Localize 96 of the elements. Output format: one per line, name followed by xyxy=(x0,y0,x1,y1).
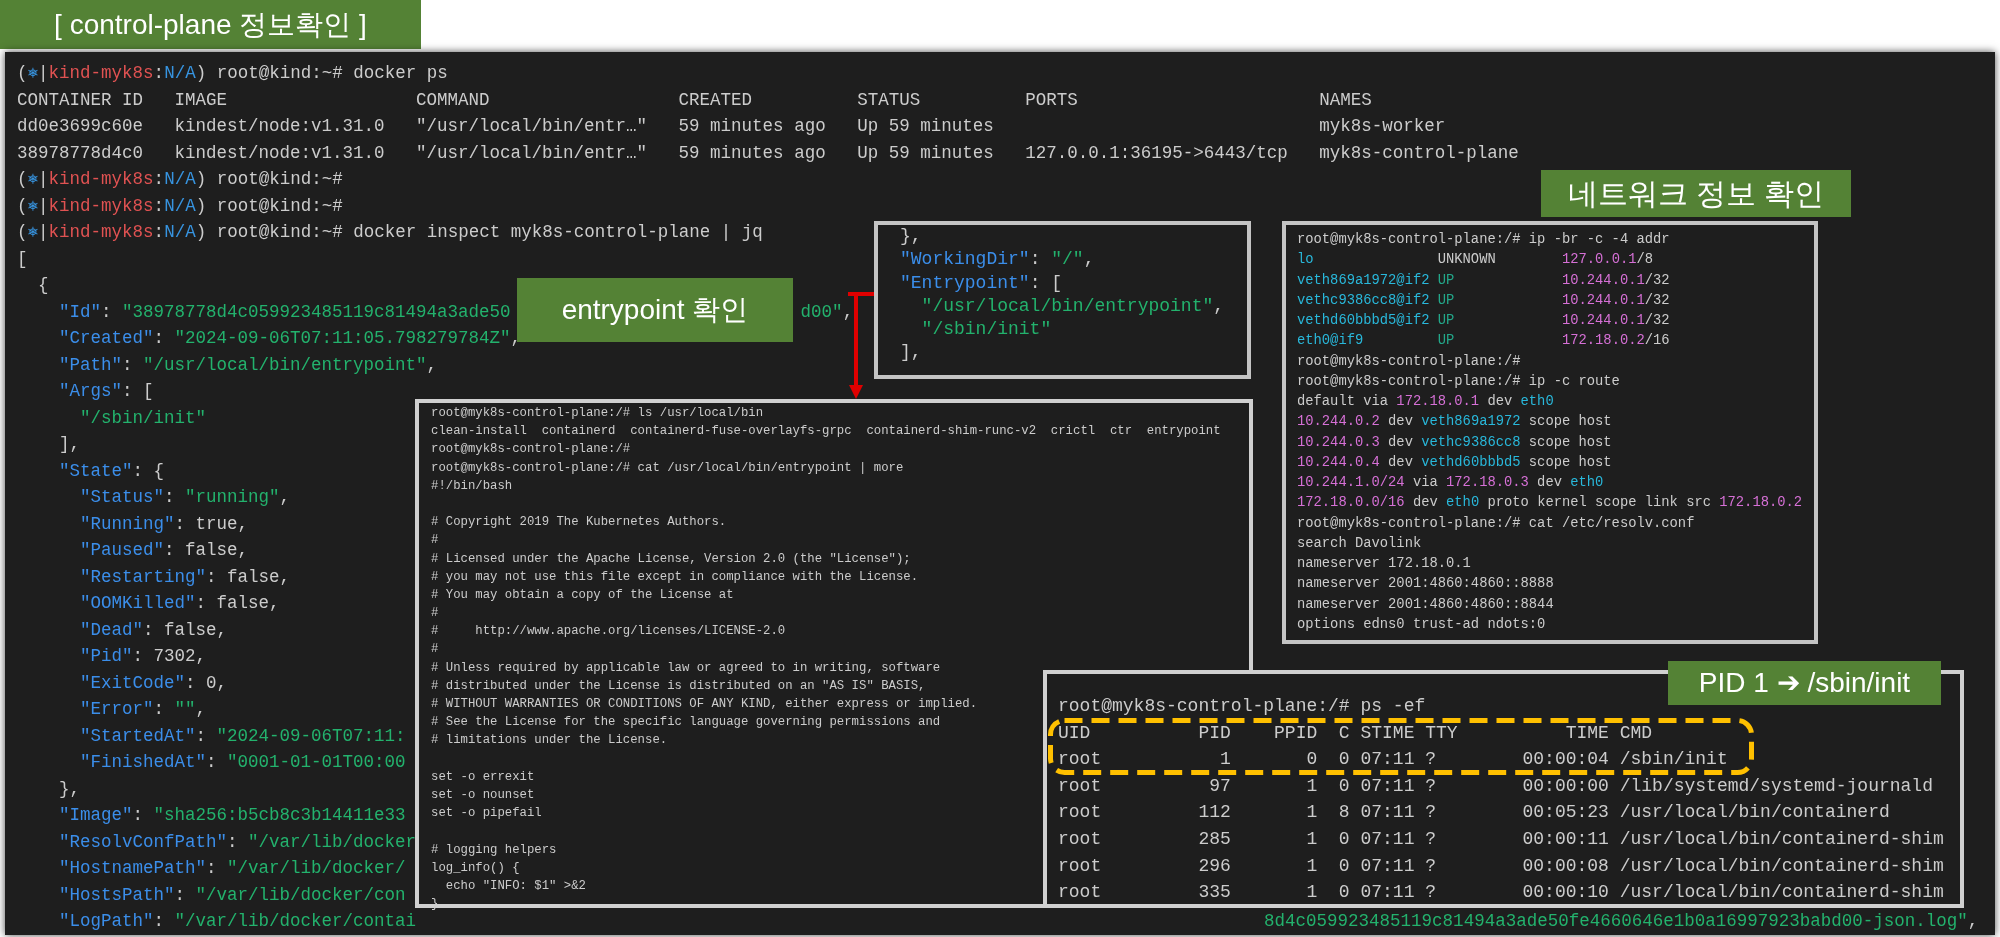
terminal-line: }, xyxy=(58,778,80,799)
terminal-line: "StartedAt": "2024-09-06T07:11: xyxy=(79,724,406,748)
terminal-line: }, xyxy=(900,226,922,246)
terminal-line: "Entrypoint": [ xyxy=(900,271,1063,295)
terminal-line: 10.244.0.3 dev vethc9386cc8 scope host xyxy=(1297,433,1612,452)
terminal-line: "ExitCode": 0, xyxy=(79,671,228,695)
terminal-line: echo "INFO: $1" >&2 xyxy=(444,878,586,893)
terminal-line: ], xyxy=(900,342,922,363)
terminal-line: (⎈|kind-myk8s:N/A) root@kind:~# xyxy=(17,168,343,191)
terminal-line: nameserver 2001:4860:4860::8844 xyxy=(1297,596,1554,612)
terminal-line: 8d4c059923485119c81494a3ade50fe4660646e1b0a16997923babd00-json.log", xyxy=(1264,910,1979,933)
terminal-line: root 335 1 0 07:11 ? 00:00:10 /usr/local/bin/containerd-shim xyxy=(1058,882,1944,903)
terminal-line: # logging helpers xyxy=(431,842,557,857)
terminal-line: (⎈|kind-myk8s:N/A) root@kind:~# xyxy=(17,194,343,218)
terminal-line: # xyxy=(431,642,439,657)
terminal-line: { xyxy=(37,275,49,295)
terminal-line: root@myk8s-control-plane:/# xyxy=(1297,353,1521,369)
terminal-line: (⎈|kind-myk8s:N/A) root@kind:~# docker ps xyxy=(17,62,448,85)
terminal-line: 172.18.0.0/16 dev eth0 proto kernel scope link src 172.18.0.2 xyxy=(1297,494,1803,513)
terminal-line: "HostnamePath": "/var/lib/docker/ xyxy=(58,857,406,880)
terminal-line: set -o errexit xyxy=(431,769,535,784)
terminal-line: default via 172.18.0.1 dev eth0 xyxy=(1297,393,1554,411)
terminal-line: 38978778d4c0 kindest/node:v1.31.0 "/usr/local/bin/entr…" 59 minutes ago Up 59 minutes 127.0.0.1:36195->6443/tcp myk8s-control-plane xyxy=(17,142,1519,163)
terminal-line: root 112 1 8 07:11 ? 00:05:23 /usr/local/bin/containerd xyxy=(1058,802,1890,823)
terminal-line: "HostsPath": "/var/lib/docker/con xyxy=(58,883,406,907)
terminal-line: # limitations under the License. xyxy=(431,733,668,748)
terminal-line: # Copyright 2019 The Kubernetes Authors. xyxy=(431,515,727,530)
terminal-line: root@myk8s-control-plane:/# cat /etc/resolv.conf xyxy=(1297,515,1695,531)
terminal-line: d00", xyxy=(800,300,854,324)
terminal-line: 10.244.1.0/24 via 172.18.0.3 dev eth0 xyxy=(1297,474,1604,492)
terminal-line: log_info() { xyxy=(431,860,520,875)
terminal-line: 10.244.0.2 dev veth869a1972 scope host xyxy=(1297,413,1612,432)
callout-label: PID 1 ➔ /sbin/init xyxy=(1668,661,1941,705)
terminal-line: root 296 1 0 07:11 ? 00:00:08 /usr/local/bin/containerd-shim xyxy=(1058,855,1944,876)
terminal-line: "State": { xyxy=(58,459,165,483)
terminal-line: #!/bin/bash xyxy=(431,478,513,493)
terminal-line: # Unless required by applicable law or agreed to in writing, software xyxy=(431,660,941,675)
terminal-line: "Args": [ xyxy=(58,380,154,403)
terminal-line: root@myk8s-control-plane:/# ps -ef xyxy=(1058,696,1426,716)
terminal-line: "Status": "running", xyxy=(79,486,291,509)
terminal-line: "Paused": false, xyxy=(79,539,249,562)
terminal-line: "Path": "/usr/local/bin/entrypoint", xyxy=(58,353,438,377)
terminal-line: root@myk8s-control-plane:/# xyxy=(431,442,631,457)
terminal-line: nameserver 2001:4860:4860::8888 xyxy=(1297,576,1554,592)
terminal-line: # xyxy=(431,533,439,548)
terminal-line: # See the License for the specific language governing permissions and xyxy=(431,715,941,730)
terminal-line: ], xyxy=(58,434,80,454)
terminal-line: "Image": "sha256:b5cb8c3b14411e33 xyxy=(58,804,406,827)
terminal-line: "WorkingDir": "/", xyxy=(900,248,1095,272)
terminal-line: # xyxy=(431,606,439,621)
title-label: [ control-plane 정보확인 ] xyxy=(0,0,421,49)
terminal-line: [ xyxy=(17,248,28,269)
terminal-line: # Licensed under the Apache License, Version 2.0 (the "License"); xyxy=(431,551,911,566)
terminal-line: set -o nounset xyxy=(431,787,535,802)
terminal-line: UID PID PPID C STIME TTY TIME CMD xyxy=(1058,722,1653,743)
terminal-line: veth869a1972@if2 UP 10.244.0.1/32 xyxy=(1297,271,1670,290)
terminal-line: vethc9386cc8@if2 UP 10.244.0.1/32 xyxy=(1297,291,1670,310)
terminal-line: lo UNKNOWN 127.0.0.1/8 xyxy=(1297,251,1654,270)
terminal-line: search Davolink xyxy=(1297,535,1422,551)
terminal-line: root 285 1 0 07:11 ? 00:00:11 /usr/local/bin/containerd-shim xyxy=(1058,828,1944,849)
terminal-line: 10.244.0.4 dev vethd60bbbd5 scope host xyxy=(1297,453,1612,472)
terminal-line: root@myk8s-control-plane:/# ip -c route xyxy=(1297,373,1620,389)
terminal-line: options edns0 trust-ad ndots:0 xyxy=(1297,616,1546,632)
terminal-line: "Id": "38978778d4c059923485119c81494a3ade50 xyxy=(58,300,511,324)
terminal-line: nameserver 172.18.0.1 xyxy=(1297,556,1471,571)
terminal-line: root 1 0 0 07:11 ? 00:00:04 /sbin/init xyxy=(1058,749,1728,770)
terminal-line: CONTAINER ID IMAGE COMMAND CREATED STATUS PORTS NAMES xyxy=(17,89,1372,110)
terminal-line: "FinishedAt": "0001-01-01T00:00 xyxy=(79,751,406,774)
terminal-line: # http://www.apache.org/licenses/LICENSE-2.0 xyxy=(431,624,786,639)
terminal-line: root@myk8s-control-plane:/# ip -br -c -4 addr xyxy=(1297,232,1670,247)
terminal-line: dd0e3699c60e kindest/node:v1.31.0 "/usr/local/bin/entr…" 59 minutes ago Up 59 minutes myk8s-worker xyxy=(17,116,1446,136)
terminal-line: vethd60bbbd5@if2 UP 10.244.0.1/32 xyxy=(1297,312,1670,330)
terminal-line: # You may obtain a copy of the License at xyxy=(431,587,734,602)
terminal-line: "Restarting": false, xyxy=(79,565,291,589)
terminal-line: (⎈|kind-myk8s:N/A) root@kind:~# docker inspect myk8s-control-plane | jq xyxy=(17,221,763,244)
terminal-line: "LogPath": "/var/lib/docker/contai xyxy=(58,910,417,933)
terminal-line: "OOMKilled": false, xyxy=(79,592,280,615)
terminal-line: "/sbin/init" xyxy=(79,406,207,430)
terminal-line: # you may not use this file except in compliance with the License. xyxy=(431,569,919,584)
terminal-line: # distributed under the License is distributed on an "AS IS" BASIS, xyxy=(431,678,926,693)
terminal-line: "/usr/local/bin/entrypoint", xyxy=(920,294,1225,318)
terminal-line: "Error": "", xyxy=(79,698,207,721)
terminal-line: set -o pipefail xyxy=(431,806,542,821)
terminal-line: # WITHOUT WARRANTIES OR CONDITIONS OF ANY KIND, either express or implied. xyxy=(431,697,978,711)
callout-label: 네트워크 정보 확인 xyxy=(1541,170,1851,217)
terminal-line: "Dead": false, xyxy=(79,618,228,642)
terminal-line: "Running": true, xyxy=(79,512,249,536)
terminal-line: "ResolvConfPath": "/var/lib/docker xyxy=(58,830,417,854)
terminal-line: clean-install containerd containerd-fuse-overlayfs-grpc containerd-shim-runc-v2 crictl ctr entrypoint xyxy=(431,424,1221,439)
terminal-line: "Pid": 7302, xyxy=(79,645,207,668)
terminal-line: root@myk8s-control-plane:/# ls /usr/local/bin xyxy=(431,406,764,420)
terminal-line: root@myk8s-control-plane:/# cat /usr/local/bin/entrypoint | more xyxy=(431,460,904,475)
callout-label: entrypoint 확인 xyxy=(517,278,793,342)
terminal-line: "/sbin/init" xyxy=(920,318,1052,342)
terminal-line: eth0@if9 UP 172.18.0.2/16 xyxy=(1297,332,1670,351)
terminal-line: root 97 1 0 07:11 ? 00:00:00 /lib/systemd/systemd-journald xyxy=(1058,775,1933,796)
